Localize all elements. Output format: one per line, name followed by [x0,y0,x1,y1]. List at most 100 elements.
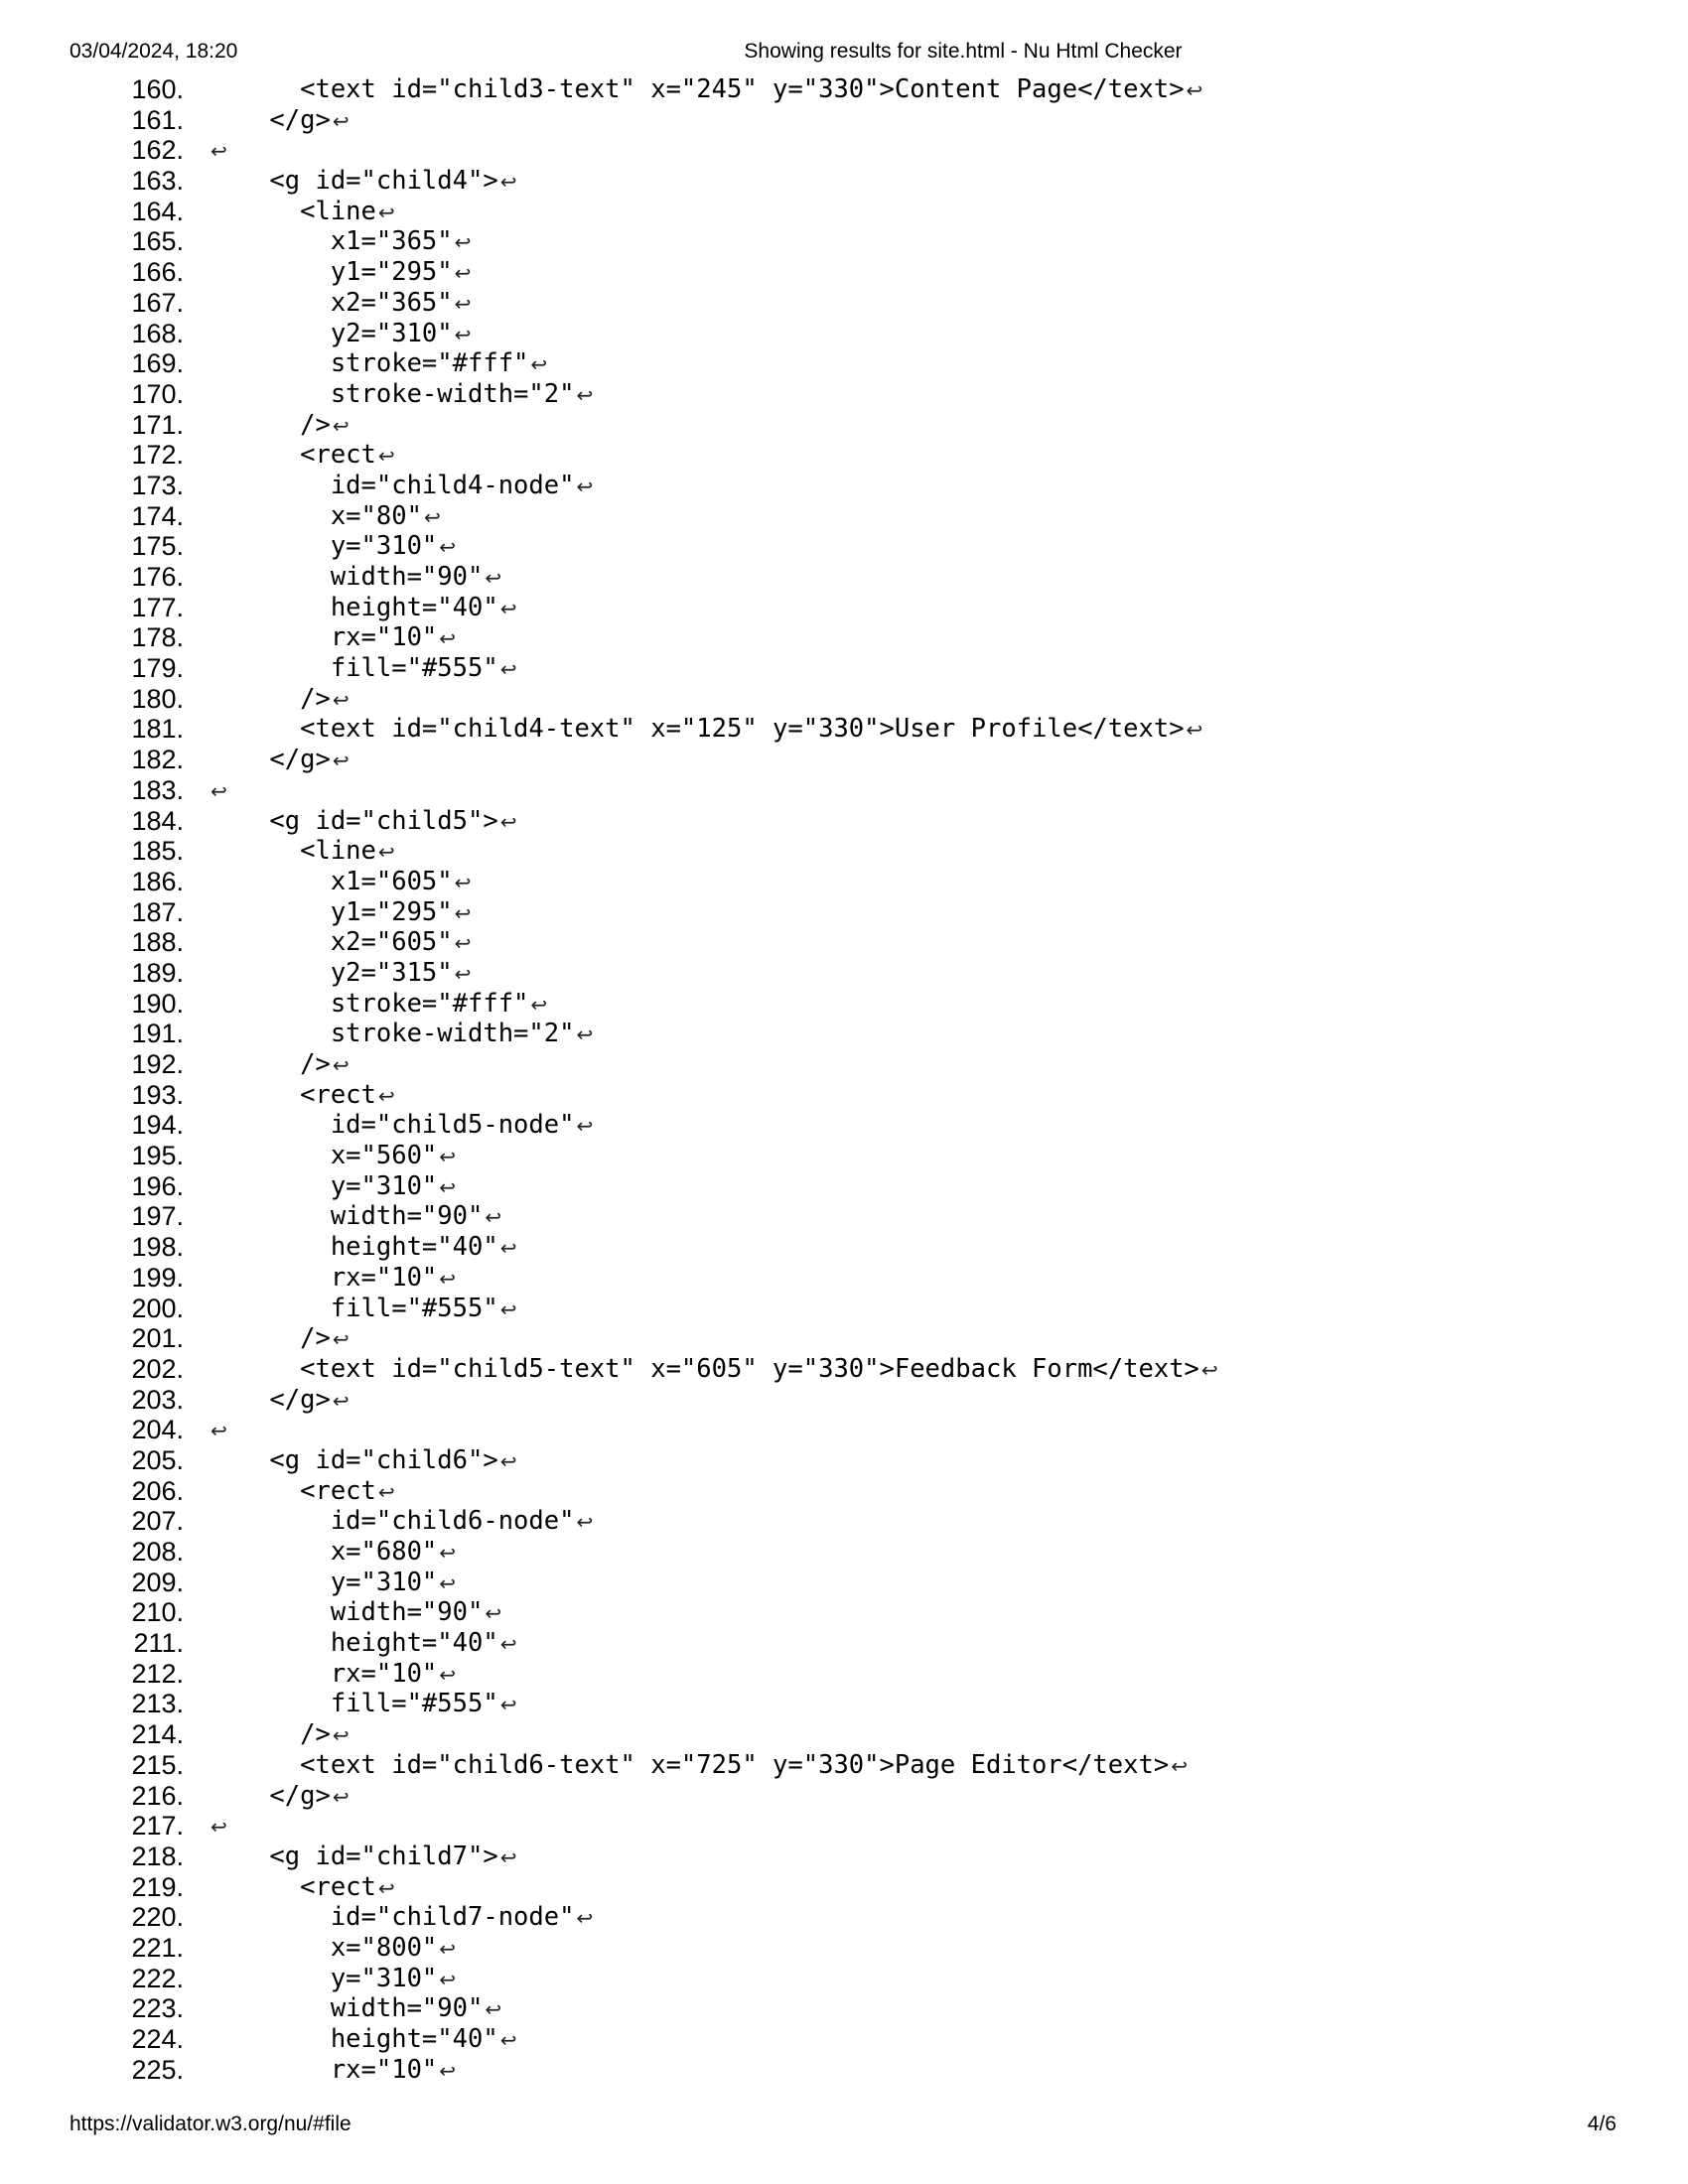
line-text: <rect [209,440,376,471]
line-code: x1="365" ↩ [209,226,472,258]
line-number: 168. [131,318,184,348]
source-line: 175. y="310" ↩ [0,531,1688,562]
line-text: width="90" [209,562,484,592]
line-number: 219. [131,1871,184,1902]
line-number: 222. [131,1963,184,1993]
line-code: rx="10" ↩ [209,2055,456,2087]
line-code: height="40" ↩ [209,1232,517,1264]
line-return-icon: ↩ [499,1448,517,1473]
line-return-icon: ↩ [576,1023,594,1047]
line-text: id="child6-node" [209,1506,575,1537]
line-number: 225. [131,2054,184,2085]
line-number: 213. [131,1689,184,1719]
source-line: 186. x1="605" ↩ [0,867,1688,897]
source-line: 160. <text id="child3-text" x="245" y="3… [0,74,1688,105]
line-number: 206. [131,1475,184,1506]
line-text: <text id="child3-text" x="245" y="330">C… [209,74,1185,104]
line-number: 169. [131,348,184,379]
line-text: x="800" [209,1932,438,1963]
line-text: x="80" [209,500,422,531]
line-text: stroke="#fff" [209,988,529,1019]
line-text: /> [209,1719,331,1750]
source-line: 161. </g> ↩ [0,105,1688,136]
line-return-icon: ↩ [1171,1753,1188,1778]
line-return-icon: ↩ [332,1327,350,1352]
source-listing: 160. <text id="child3-text" x="245" y="3… [0,74,1688,2085]
source-line: 208. x="680" ↩ [0,1537,1688,1568]
line-return-icon: ↩ [332,413,350,438]
source-line: 165. x1="365" ↩ [0,226,1688,257]
line-return-icon: ↩ [377,1083,395,1108]
line-return-icon: ↩ [377,1479,395,1504]
line-return-icon: ↩ [454,961,472,986]
line-number: 189. [131,957,184,988]
source-line: 173. id="child4-node" ↩ [0,471,1688,501]
source-line: 178. rx="10" ↩ [0,622,1688,653]
line-return-icon: ↩ [439,535,457,560]
line-number: 181. [131,714,184,745]
line-number: 173. [131,470,184,500]
line-number: 217. [131,1811,184,1842]
line-return-icon: ↩ [454,230,472,255]
line-number: 167. [131,287,184,318]
source-line: 212. rx="10" ↩ [0,1659,1688,1690]
source-line: 190. stroke="#fff" ↩ [0,989,1688,1020]
line-return-icon: ↩ [439,626,457,651]
line-number: 194. [131,1110,184,1141]
line-return-icon: ↩ [377,1875,395,1900]
line-return-icon: ↩ [439,1662,457,1687]
line-text: x="560" [209,1141,438,1171]
line-return-icon: ↩ [1186,78,1203,102]
line-number: 177. [131,592,184,622]
line-text: <rect [209,1871,376,1902]
line-return-icon: ↩ [499,1844,517,1869]
line-text: y2="315" [209,957,453,988]
line-return-icon: ↩ [332,1723,350,1748]
line-return-icon: ↩ [439,1967,457,1991]
line-code: id="child4-node" ↩ [209,471,593,502]
line-number: 174. [131,500,184,531]
line-return-icon: ↩ [439,1266,457,1291]
source-line: 195. x="560" ↩ [0,1141,1688,1171]
line-text: width="90" [209,1597,484,1628]
source-line: 209. y="310" ↩ [0,1568,1688,1598]
line-text: <line [209,196,376,226]
line-return-icon: ↩ [499,1632,517,1657]
line-number: 184. [131,805,184,836]
source-line: 187. y1="295" ↩ [0,897,1688,928]
line-text: x2="365" [209,287,453,318]
line-text: height="40" [209,592,498,622]
line-text: rx="10" [209,1658,438,1689]
source-line: 216. </g> ↩ [0,1781,1688,1812]
source-line: 169. stroke="#fff" ↩ [0,348,1688,379]
line-text: <line [209,836,376,867]
line-code: width="90" ↩ [209,1201,501,1233]
line-text: y="310" [209,1170,438,1201]
line-number: 201. [131,1323,184,1354]
source-line: 206. <rect ↩ [0,1476,1688,1507]
line-return-icon: ↩ [576,1510,594,1535]
source-line: 176. width="90" ↩ [0,562,1688,593]
line-code: x="80" ↩ [209,501,441,533]
line-return-icon: ↩ [439,1570,457,1595]
line-code: x2="365" ↩ [209,287,472,320]
line-text: y1="295" [209,257,453,288]
line-text: </g> [209,745,331,775]
line-return-icon: ↩ [211,1815,227,1840]
line-code: y="310" ↩ [209,1568,456,1599]
source-line: 198. height="40" ↩ [0,1232,1688,1263]
source-line: 188. x2="605" ↩ [0,927,1688,958]
line-text: /> [209,1323,331,1354]
line-code: y="310" ↩ [209,1171,456,1203]
line-number: 211. [133,1628,184,1659]
line-code: y1="295" ↩ [209,257,472,289]
line-text: height="40" [209,2024,498,2054]
source-line: 200. fill="#555" ↩ [0,1294,1688,1324]
line-code: x="800" ↩ [209,1933,456,1965]
line-code: <rect ↩ [209,1080,395,1112]
line-code: rx="10" ↩ [209,622,456,654]
line-number: 199. [131,1262,184,1293]
line-return-icon: ↩ [439,1145,457,1169]
line-return-icon: ↩ [485,1601,502,1626]
page-url[interactable]: https://validator.w3.org/nu/#file [70,2113,352,2136]
